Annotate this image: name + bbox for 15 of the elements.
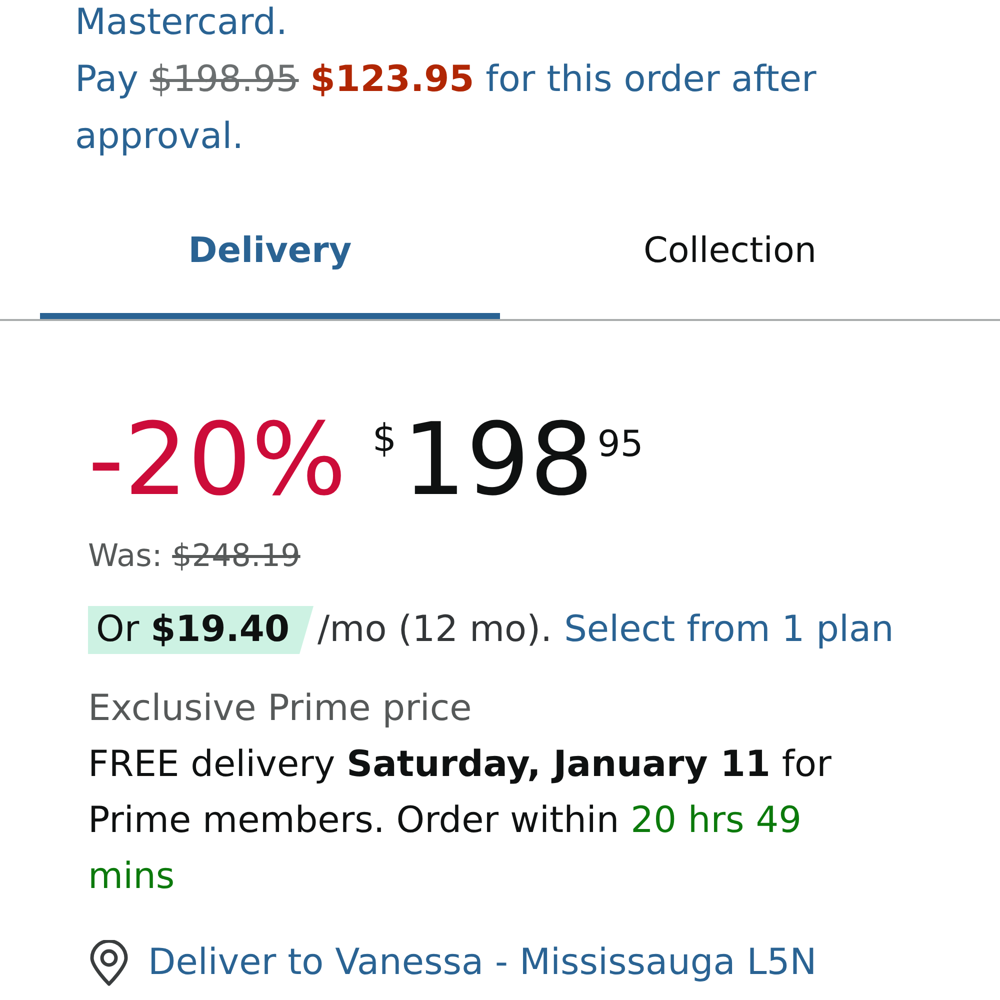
price-fraction: 95 <box>597 427 644 463</box>
installment-term: /mo (12 mo). <box>318 608 552 652</box>
deliver-to-link[interactable]: Deliver to Vanessa - Mississauga L5N <box>148 935 817 991</box>
prime-price-note: Exclusive Prime price <box>88 687 472 731</box>
was-price: Was: $248.19 <box>88 537 300 576</box>
offer-link[interactable]: Mastercard. Pay $198.95 $123.95 for this order after approval. <box>75 0 960 165</box>
installment-amount: Or $19.40 <box>88 606 314 654</box>
tab[interactable]: Delivery <box>40 189 500 319</box>
tab[interactable]: Collection <box>500 189 960 319</box>
delivery-message: FREE delivery Saturday, January 11 for Prime members. Order within 20 hrs 49 mins <box>88 743 832 899</box>
price-whole: 198 <box>402 407 594 512</box>
discount-percent: -20% <box>88 407 346 512</box>
currency-symbol: $ <box>372 419 397 457</box>
location-pin-icon <box>88 940 130 986</box>
plan-link[interactable]: Select from 1 plan <box>564 606 894 654</box>
